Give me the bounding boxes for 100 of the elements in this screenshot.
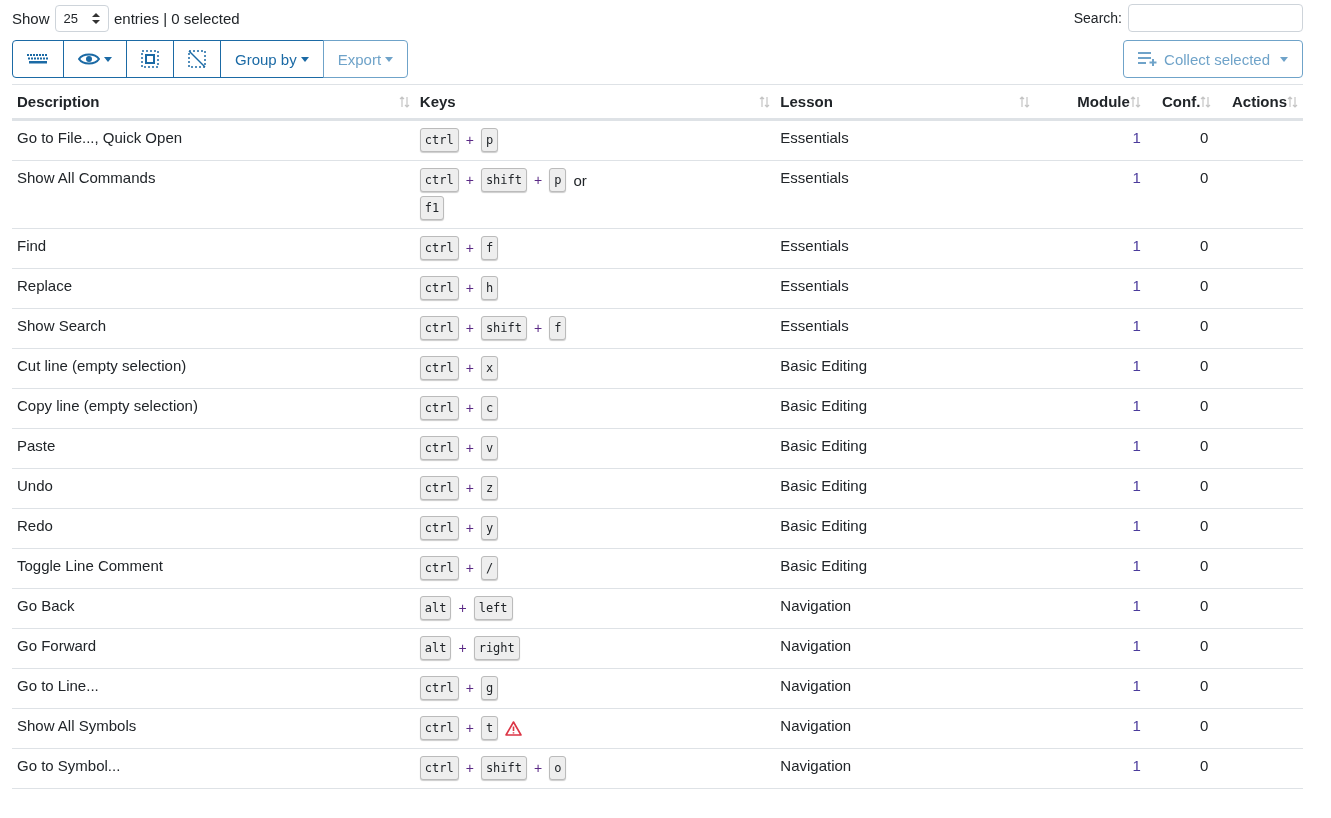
column-header[interactable]: Description <box>17 93 100 110</box>
table-cell: 1 <box>1132 637 1141 654</box>
table-cell: 0 <box>1200 557 1209 574</box>
table-cell: Essentials <box>780 237 849 254</box>
plus-sign: + <box>458 640 467 656</box>
table-cell: 1 <box>1132 317 1141 334</box>
table-cell: Navigation <box>780 677 852 694</box>
sort-icon[interactable] <box>1129 95 1141 108</box>
table-cell: Navigation <box>780 637 852 654</box>
table-cell: Essentials <box>780 317 849 334</box>
deselect-button[interactable] <box>173 40 221 78</box>
playlist-add-icon <box>1138 52 1159 66</box>
key-cap: v <box>480 436 499 460</box>
sort-icon[interactable] <box>1200 95 1212 108</box>
plus-sign: + <box>465 440 474 456</box>
table-cell: 0 <box>1200 717 1209 734</box>
key-cap: ctrl <box>419 128 459 152</box>
entries-select[interactable]: 25 <box>54 4 109 32</box>
sort-icon[interactable] <box>759 95 771 108</box>
table-cell: Find <box>17 237 47 254</box>
table-cell: Paste <box>17 437 56 454</box>
table-cell: Replace <box>17 277 73 294</box>
table-cell: Navigation <box>780 597 852 614</box>
table-cell: Essentials <box>780 277 849 294</box>
or-label: or <box>573 171 587 189</box>
entries-label: entries | 0 selected <box>114 9 240 27</box>
column-header[interactable]: Actions <box>1232 93 1287 110</box>
table-cell: 0 <box>1200 397 1209 414</box>
select-all-button[interactable] <box>126 40 174 78</box>
table-cell: Copy line (empty selection) <box>17 397 198 414</box>
table-cell: Navigation <box>780 757 852 774</box>
table-cell: 1 <box>1132 357 1141 374</box>
key-cap: p <box>549 168 567 192</box>
table-cell: Navigation <box>780 717 852 734</box>
key-cap: ctrl <box>419 276 459 300</box>
table-cell: Toggle Line Comment <box>17 557 163 574</box>
plus-sign: + <box>465 132 474 148</box>
table-cell: 1 <box>1132 677 1141 694</box>
warning-icon <box>505 720 523 736</box>
table-cell: 1 <box>1132 557 1141 574</box>
key-cap: f <box>480 236 499 260</box>
table-cell: Essentials <box>780 129 849 146</box>
key-cap: g <box>480 676 499 700</box>
key-cap: t <box>480 716 499 740</box>
caret-icon <box>385 56 394 62</box>
search-label: Search: <box>1073 10 1122 26</box>
plus-sign: + <box>465 240 474 256</box>
table-cell: Basic Editing <box>780 397 867 414</box>
key-cap: shift <box>480 316 527 340</box>
table-cell: Show Search <box>17 317 107 334</box>
eye-icon <box>78 52 100 66</box>
key-cap: shift <box>480 756 527 780</box>
table-cell: Go Back <box>17 597 75 614</box>
sort-icon[interactable] <box>1287 95 1298 108</box>
eye-button[interactable] <box>63 40 127 78</box>
caret-icon <box>300 56 309 62</box>
show-label: Show <box>12 9 50 27</box>
keyboard-button[interactable] <box>12 40 64 78</box>
column-header[interactable]: Lesson <box>780 93 833 110</box>
table-cell: 1 <box>1132 129 1141 146</box>
table-cell: 0 <box>1200 517 1209 534</box>
key-cap: ctrl <box>419 396 459 420</box>
table-cell: 0 <box>1200 637 1209 654</box>
table-cell: Undo <box>17 477 53 494</box>
key-cap: f1 <box>419 196 445 220</box>
key-cap: ctrl <box>419 476 459 500</box>
plus-sign: + <box>465 280 474 296</box>
table-cell: 1 <box>1132 437 1141 454</box>
search-field[interactable] <box>1128 4 1303 32</box>
sort-icon[interactable] <box>1019 95 1031 108</box>
table-cell: Basic Editing <box>780 437 867 454</box>
plus-sign: + <box>465 320 474 336</box>
table-cell: Essentials <box>780 169 849 186</box>
table-cell: Show All Commands <box>17 169 156 186</box>
plus-sign: + <box>465 680 474 696</box>
table-cell: Redo <box>17 517 53 534</box>
column-header[interactable]: Conf. <box>1162 93 1201 110</box>
table-cell: Go Forward <box>17 637 97 654</box>
toolbar-button[interactable]: Group by <box>220 40 324 78</box>
caret-icon <box>1280 56 1288 62</box>
table-cell: Basic Editing <box>780 357 867 374</box>
plus-sign: + <box>458 600 467 616</box>
sort-icon[interactable] <box>398 95 410 108</box>
plus-sign: + <box>465 560 474 576</box>
key-cap: o <box>549 756 567 780</box>
plus-sign: + <box>465 760 474 776</box>
column-header[interactable]: Module <box>1077 93 1130 110</box>
key-cap: / <box>480 556 499 580</box>
key-cap: ctrl <box>419 236 459 260</box>
table-cell: 1 <box>1132 277 1141 294</box>
key-cap: alt <box>419 596 452 620</box>
up-down-arrows-icon <box>92 12 100 24</box>
column-header[interactable]: Keys <box>419 93 456 110</box>
plus-sign: + <box>465 172 474 188</box>
key-cap: ctrl <box>419 316 459 340</box>
key-cap: shift <box>480 168 527 192</box>
table-cell: Cut line (empty selection) <box>17 357 187 374</box>
deselect-icon <box>188 50 206 68</box>
table-cell: 0 <box>1200 477 1209 494</box>
table-cell: 1 <box>1132 517 1141 534</box>
